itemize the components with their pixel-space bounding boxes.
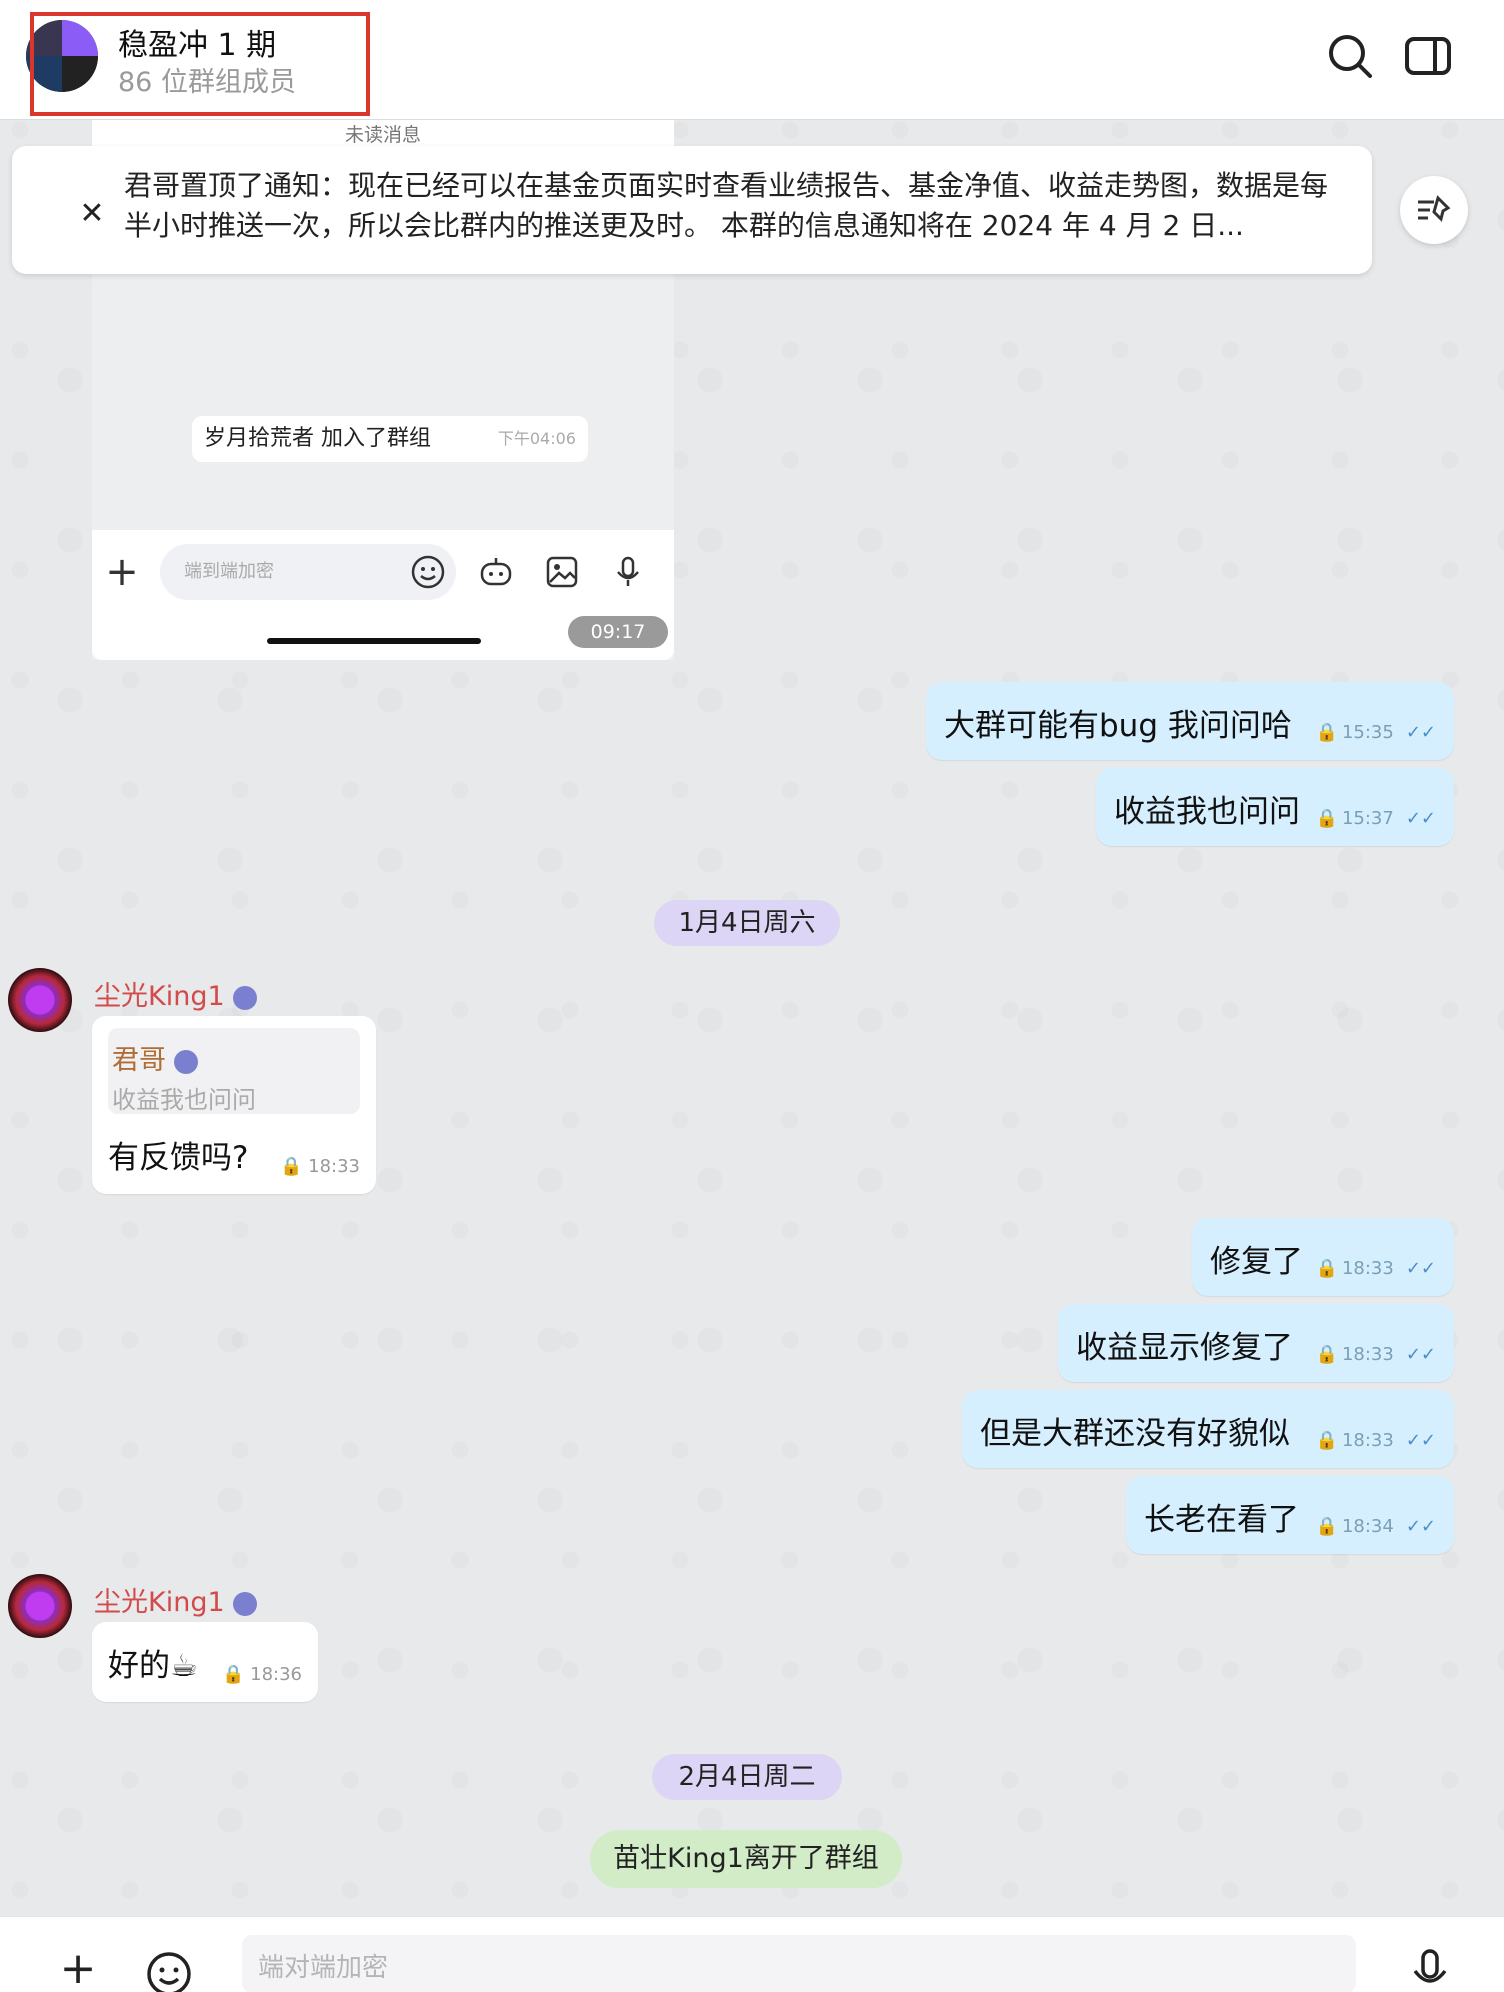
- read-check-icon: ✓✓: [1405, 1344, 1436, 1365]
- pinned-message-banner[interactable]: ✕ 君哥置顶了通知：现在已经可以在基金页面实时查看业绩报告、基金净值、收益走势图…: [12, 146, 1372, 274]
- outgoing-message[interactable]: 收益我也问问 🔒 15:37 ✓✓: [1096, 768, 1454, 846]
- reply-quote[interactable]: 君哥 收益我也问问: [108, 1028, 360, 1114]
- search-icon[interactable]: [1324, 30, 1376, 82]
- message-meta: 🔒 18:33 ✓✓: [1315, 1258, 1436, 1279]
- avatar[interactable]: [8, 968, 72, 1032]
- read-check-icon: ✓✓: [1405, 808, 1436, 829]
- message-time: 15:35: [1341, 722, 1394, 743]
- message-text: 但是大群还没有好貌似: [980, 1416, 1290, 1452]
- join-text: 岁月拾荒者 加入了群组: [204, 426, 431, 451]
- outgoing-message[interactable]: 修复了 🔒 18:33 ✓✓: [1192, 1218, 1454, 1296]
- sidebar-toggle-icon[interactable]: [1402, 30, 1454, 82]
- quote-text: 收益我也问问: [112, 1086, 256, 1114]
- message-time: 18:33: [308, 1156, 360, 1177]
- quote-sender-text: 君哥: [112, 1045, 166, 1076]
- read-check-icon: ✓✓: [1405, 1258, 1436, 1279]
- read-check-icon: ✓✓: [1405, 722, 1436, 743]
- pinned-message-text[interactable]: 君哥置顶了通知：现在已经可以在基金页面实时查看业绩报告、基金净值、收益走势图，数…: [124, 166, 1344, 246]
- message-meta: 🔒 18:33 ✓✓: [1315, 1430, 1436, 1451]
- verified-badge-icon: [232, 1591, 257, 1616]
- message-input[interactable]: 端对端加密: [242, 1935, 1356, 1992]
- outgoing-message[interactable]: 但是大群还没有好貌似 🔒 18:33 ✓✓: [962, 1390, 1454, 1468]
- avatar[interactable]: [8, 1574, 72, 1638]
- incoming-message[interactable]: 好的☕ 🔒 18:36: [92, 1622, 318, 1702]
- message-text: 大群可能有bug 我问问哈: [944, 708, 1292, 744]
- embedded-input-bar: + 端到端加密 09:17: [92, 530, 674, 660]
- message-meta: 🔒 18:33: [279, 1156, 360, 1177]
- message-text: 长老在看了: [1144, 1502, 1299, 1538]
- sender-name-text: 尘光King1: [94, 981, 225, 1012]
- message-text: 收益我也问问: [1114, 794, 1300, 830]
- message-time: 18:33: [1341, 1344, 1394, 1365]
- verified-badge-icon: [174, 1049, 198, 1074]
- message-text: 好的☕: [108, 1648, 198, 1684]
- verified-badge-icon: [232, 985, 257, 1010]
- embedded-emoji-icon: [410, 554, 446, 590]
- embedded-join-message: 岁月拾荒者 加入了群组 下午04:06: [192, 416, 588, 462]
- annotation-highlight-box: [30, 12, 370, 116]
- join-time: 下午04:06: [497, 429, 576, 448]
- message-time: 18:33: [1341, 1258, 1394, 1279]
- read-check-icon: ✓✓: [1405, 1516, 1436, 1537]
- emoji-icon[interactable]: [146, 1951, 192, 1992]
- sender-name[interactable]: 尘光King1: [94, 1580, 257, 1619]
- incoming-message[interactable]: 君哥 收益我也问问 有反馈吗? 🔒 18:33: [92, 1016, 376, 1194]
- outgoing-message[interactable]: 大群可能有bug 我问问哈 🔒 15:35 ✓✓: [926, 682, 1454, 760]
- message-text: 收益显示修复了: [1076, 1330, 1293, 1366]
- message-time: 18:33: [1341, 1430, 1394, 1451]
- date-separator: 2月4日周二: [652, 1754, 842, 1800]
- close-icon[interactable]: ✕: [64, 186, 120, 242]
- message-composer: + 端对端加密: [0, 1916, 1504, 1992]
- message-time: 18:34: [1341, 1516, 1394, 1537]
- embedded-bot-icon: [478, 554, 514, 590]
- system-message: 苗壮King1离开了群组: [590, 1830, 902, 1888]
- quote-sender: 君哥: [112, 1038, 198, 1077]
- message-meta: 🔒 15:37 ✓✓: [1315, 808, 1436, 829]
- message-meta: 🔒 18:33 ✓✓: [1315, 1344, 1436, 1365]
- date-separator: 1月4日周六: [654, 900, 840, 946]
- read-check-icon: ✓✓: [1405, 1430, 1436, 1451]
- message-meta: 🔒 15:35 ✓✓: [1315, 722, 1436, 743]
- attach-plus-icon[interactable]: +: [56, 1947, 100, 1991]
- outgoing-message[interactable]: 收益显示修复了 🔒 18:33 ✓✓: [1058, 1304, 1454, 1382]
- home-indicator: [267, 638, 481, 644]
- embedded-image-icon: [544, 554, 580, 590]
- message-text: 修复了: [1210, 1244, 1303, 1280]
- sender-name-text: 尘光King1: [94, 1587, 225, 1618]
- message-meta: 🔒 18:34 ✓✓: [1315, 1516, 1436, 1537]
- message-text: 有反馈吗?: [108, 1140, 249, 1176]
- message-time: 18:36: [250, 1664, 302, 1685]
- microphone-icon[interactable]: [1410, 1949, 1450, 1992]
- pinned-list-icon[interactable]: [1400, 176, 1468, 244]
- outgoing-message[interactable]: 长老在看了 🔒 18:34 ✓✓: [1126, 1476, 1454, 1554]
- sender-name[interactable]: 尘光King1: [94, 974, 257, 1013]
- chat-header: 稳盈冲 1 期 86 位群组成员: [0, 0, 1504, 120]
- message-time: 15:37: [1341, 808, 1394, 829]
- embedded-plus-icon: +: [105, 549, 139, 595]
- message-meta: 🔒 18:36: [221, 1664, 302, 1685]
- embedded-mic-icon: [610, 554, 646, 590]
- embedded-time: 09:17: [568, 616, 668, 648]
